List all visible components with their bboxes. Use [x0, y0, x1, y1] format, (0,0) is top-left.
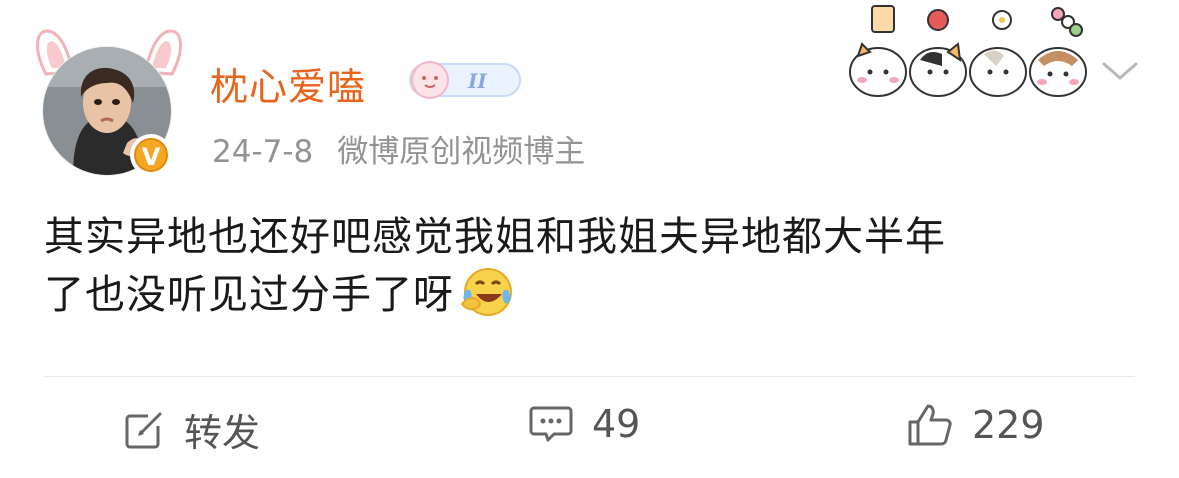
svg-text:II: II: [467, 69, 487, 93]
level-badge-icon: II: [409, 61, 521, 99]
laughing-tears-emoji: [460, 268, 512, 316]
chevron-down-icon[interactable]: [1098, 58, 1142, 86]
repost-label: 转发: [184, 411, 261, 455]
like-count: 229: [972, 403, 1045, 447]
repost-button[interactable]: 转发: [122, 402, 260, 457]
comment-count: 49: [592, 402, 641, 446]
post-meta: 24-7-8 微博原创视频博主: [212, 126, 585, 171]
author-tag: 微博原创视频博主: [337, 134, 586, 170]
post-content-line-1: 其实异地也还好吧感觉我姐和我姐夫异地都大半年: [44, 214, 946, 260]
comment-icon: [529, 406, 573, 442]
post-content-line-2-text: 了也没听见过分手了呀: [44, 272, 454, 318]
post-date: 24-7-8: [212, 134, 314, 170]
post-content-line-2: 了也没听见过分手了呀: [44, 266, 1144, 324]
verified-v-icon: V: [130, 134, 172, 176]
avatar-container[interactable]: V: [28, 18, 188, 188]
post-content: 其实异地也还好吧感觉我姐和我姐夫异地都大半年 了也没听见过分手了呀: [44, 208, 1144, 324]
repost-icon: [125, 412, 162, 448]
username[interactable]: 枕心爱嗑: [210, 56, 366, 111]
comment-button[interactable]: 49: [528, 402, 640, 446]
like-icon: [908, 404, 952, 446]
sticker-deco-icon: [849, 5, 1087, 97]
like-button[interactable]: 229: [906, 402, 1045, 448]
divider: [44, 376, 1135, 377]
